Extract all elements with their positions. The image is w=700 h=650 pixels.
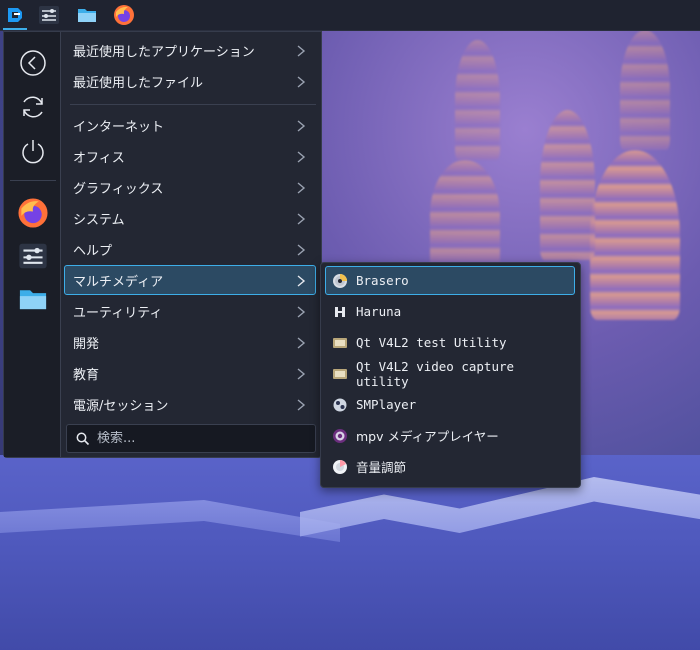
submenu-item-label: mpv メディアプレイヤー <box>356 429 499 444</box>
favorites-divider <box>10 180 56 181</box>
submenu-item-label: Qt V4L2 test Utility <box>356 335 507 350</box>
search-input[interactable] <box>97 431 297 446</box>
submenu-item-label: SMPlayer <box>356 397 417 412</box>
search-icon <box>76 432 90 446</box>
firefox-icon <box>18 198 48 228</box>
webcam-icon <box>333 338 347 348</box>
category-utilities[interactable]: ユーティリティ <box>64 296 316 326</box>
search-box[interactable] <box>66 424 316 453</box>
sliders-icon <box>39 6 59 24</box>
chevron-right-icon <box>297 337 306 349</box>
chevron-right-icon <box>297 244 306 256</box>
category-development[interactable]: 開発 <box>64 327 316 357</box>
system-settings-favorite[interactable] <box>16 239 50 273</box>
chevron-right-icon <box>297 76 306 88</box>
category-divider <box>70 104 316 105</box>
volume-icon <box>333 460 347 474</box>
webcam-icon <box>333 369 347 379</box>
category-recent-files[interactable]: 最近使用したファイル <box>64 66 316 96</box>
chevron-right-icon <box>297 120 306 132</box>
submenu-item-qt-v4l2-test[interactable]: Qt V4L2 test Utility <box>325 328 575 357</box>
chevron-right-icon <box>297 213 306 225</box>
back-icon <box>20 50 46 76</box>
firefox-favorite[interactable] <box>16 196 50 230</box>
submenu-item-label: Brasero <box>356 273 409 288</box>
category-label: インターネット <box>73 119 165 135</box>
chevron-right-icon <box>297 275 306 287</box>
category-help[interactable]: ヘルプ <box>64 234 316 264</box>
taskbar <box>0 0 700 31</box>
chevron-right-icon <box>297 182 306 194</box>
submenu-item-brasero[interactable]: Brasero <box>325 266 575 295</box>
category-label: システム <box>73 212 125 228</box>
category-label: マルチメディア <box>73 274 164 290</box>
submenu-item-label: 音量調節 <box>356 460 407 475</box>
file-manager-taskbar-button[interactable] <box>75 3 99 27</box>
folder-icon <box>78 9 96 22</box>
chevron-right-icon <box>297 306 306 318</box>
submenu-item-volume-control[interactable]: 音量調節 <box>325 452 575 481</box>
multimedia-submenu: Brasero Haruna Qt V4L2 test Utility Qt V… <box>320 262 581 488</box>
refresh-icon <box>23 96 43 118</box>
submenu-item-haruna[interactable]: Haruna <box>325 297 575 326</box>
haruna-icon <box>335 307 345 317</box>
chevron-right-icon <box>297 151 306 163</box>
submenu-item-label: Haruna <box>356 304 402 319</box>
category-label: 教育 <box>73 367 100 383</box>
application-menu: 最近使用したアプリケーション 最近使用したファイル インターネット オフィス グ… <box>3 31 322 458</box>
smplayer-icon <box>333 398 347 412</box>
category-power-session[interactable]: 電源/セッション <box>64 389 316 419</box>
category-label: 開発 <box>73 336 100 352</box>
category-label: ユーティリティ <box>73 305 163 321</box>
refresh-button[interactable] <box>16 90 50 124</box>
category-label: グラフィックス <box>73 181 164 197</box>
favorites-column <box>4 32 61 457</box>
back-button[interactable] <box>16 46 50 80</box>
category-label: 電源/セッション <box>73 398 169 414</box>
sliders-icon <box>19 243 47 269</box>
category-internet[interactable]: インターネット <box>64 110 316 140</box>
category-label: 最近使用したファイル <box>73 75 204 91</box>
category-label: ヘルプ <box>73 243 113 259</box>
category-office[interactable]: オフィス <box>64 141 316 171</box>
category-label: 最近使用したアプリケーション <box>73 44 255 60</box>
chevron-right-icon <box>297 368 306 380</box>
submenu-item-label: Qt V4L2 video capture utility <box>356 358 515 389</box>
category-graphics[interactable]: グラフィックス <box>64 172 316 202</box>
chevron-right-icon <box>297 399 306 411</box>
submenu-item-mpv[interactable]: mpv メディアプレイヤー <box>325 421 575 450</box>
system-settings-taskbar-button[interactable] <box>37 3 61 27</box>
mpv-icon <box>333 429 347 443</box>
chevron-right-icon <box>297 45 306 57</box>
file-manager-favorite[interactable] <box>16 282 50 316</box>
power-icon <box>22 140 44 164</box>
category-label: オフィス <box>73 150 125 166</box>
category-multimedia[interactable]: マルチメディア <box>64 265 316 295</box>
firefox-taskbar-button[interactable] <box>112 3 136 27</box>
kde-launcher-icon <box>8 8 22 22</box>
category-education[interactable]: 教育 <box>64 358 316 388</box>
submenu-item-smplayer[interactable]: SMPlayer <box>325 390 575 419</box>
folder-icon <box>19 290 47 310</box>
category-recent-apps[interactable]: 最近使用したアプリケーション <box>64 35 316 65</box>
category-system[interactable]: システム <box>64 203 316 233</box>
app-launcher-button[interactable] <box>3 3 27 30</box>
disc-icon <box>333 274 347 288</box>
submenu-item-qt-v4l2-capture[interactable]: Qt V4L2 video capture utility <box>325 358 575 389</box>
firefox-icon <box>114 5 134 25</box>
power-button[interactable] <box>16 134 50 168</box>
